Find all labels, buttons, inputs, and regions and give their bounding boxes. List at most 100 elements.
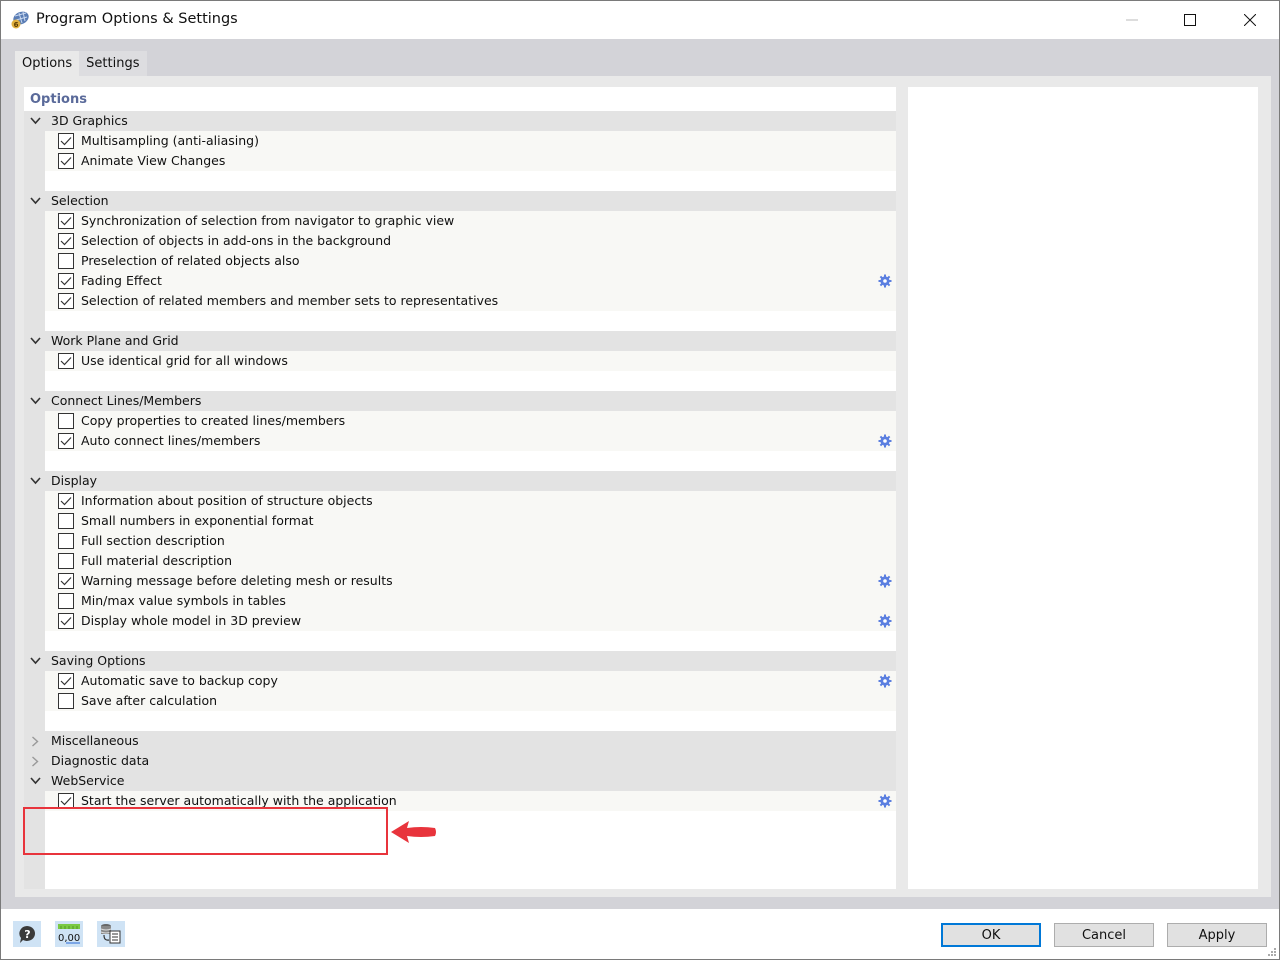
help-icon: ? <box>19 926 35 943</box>
chevron-down-icon[interactable] <box>28 654 42 668</box>
checkbox-unchecked[interactable] <box>58 413 74 429</box>
gear-icon[interactable] <box>878 274 892 288</box>
checkbox-unchecked[interactable] <box>58 253 74 269</box>
minimize-button[interactable] <box>1103 1 1161 39</box>
checkbox-checked[interactable] <box>58 673 74 689</box>
checkbox-unchecked[interactable] <box>58 513 74 529</box>
checkbox-unchecked[interactable] <box>58 593 74 609</box>
option-item: Small numbers in exponential format <box>45 511 896 531</box>
option-label[interactable]: Preselection of related objects also <box>81 253 300 268</box>
option-item: Selection of related members and member … <box>45 291 896 311</box>
group-webservice: WebService Start the server automatically… <box>24 771 896 811</box>
option-label[interactable]: Display whole model in 3D preview <box>81 613 301 628</box>
option-label[interactable]: Use identical grid for all windows <box>81 353 288 368</box>
dialog-footer: ? 0,00 OK Cancel Apply <box>1 909 1279 959</box>
chevron-down-icon[interactable] <box>28 334 42 348</box>
checkbox-checked[interactable] <box>58 153 74 169</box>
checkbox-unchecked[interactable] <box>58 553 74 569</box>
checkbox-checked[interactable] <box>58 273 74 289</box>
checkbox-checked[interactable] <box>58 613 74 629</box>
gear-icon[interactable] <box>878 614 892 628</box>
gear-icon[interactable] <box>878 434 892 448</box>
gear-icon[interactable] <box>878 794 892 808</box>
group-label: Work Plane and Grid <box>51 333 179 348</box>
svg-text:?: ? <box>24 928 30 941</box>
chevron-right-icon[interactable] <box>28 734 42 748</box>
option-label[interactable]: Start the server automatically with the … <box>81 793 397 808</box>
minimize-icon <box>1126 19 1138 21</box>
close-icon <box>1244 14 1256 26</box>
units-decimal-icon: 0,00 <box>58 924 80 944</box>
checkbox-unchecked[interactable] <box>58 693 74 709</box>
option-label[interactable]: Synchronization of selection from naviga… <box>81 213 454 228</box>
checkbox-checked[interactable] <box>58 353 74 369</box>
option-label[interactable]: Fading Effect <box>81 273 162 288</box>
group-body: Start the server automatically with the … <box>45 791 896 811</box>
option-label[interactable]: Copy properties to created lines/members <box>81 413 345 428</box>
tree-header: Options <box>24 87 896 111</box>
checkbox-checked[interactable] <box>58 133 74 149</box>
chevron-down-icon[interactable] <box>28 774 42 788</box>
checkbox-checked[interactable] <box>58 293 74 309</box>
option-label[interactable]: Selection of related members and member … <box>81 293 498 308</box>
group-header[interactable]: Work Plane and Grid <box>24 331 896 351</box>
group-header[interactable]: Diagnostic data <box>24 751 896 771</box>
maximize-button[interactable] <box>1161 1 1219 39</box>
option-label[interactable]: Selection of objects in add-ons in the b… <box>81 233 391 248</box>
option-item: Save after calculation <box>45 691 896 711</box>
checkbox-checked[interactable] <box>58 793 74 809</box>
group-header[interactable]: Connect Lines/Members <box>24 391 896 411</box>
title-bar: 6 Program Options & Settings <box>1 1 1279 39</box>
resize-grip-icon[interactable] <box>1267 947 1277 957</box>
group-header[interactable]: Miscellaneous <box>24 731 896 751</box>
checkbox-checked[interactable] <box>58 213 74 229</box>
option-item: Fading Effect <box>45 271 896 291</box>
option-item: Animate View Changes <box>45 151 896 171</box>
group-saving-options: Saving Options Automatic save to backup c… <box>24 651 896 731</box>
gear-icon[interactable] <box>878 574 892 588</box>
gear-icon[interactable] <box>878 674 892 688</box>
option-label[interactable]: Full section description <box>81 533 225 548</box>
tab-options[interactable]: Options <box>15 51 80 76</box>
option-label[interactable]: Small numbers in exponential format <box>81 513 314 528</box>
tab-settings[interactable]: Settings <box>79 51 147 76</box>
group-header[interactable]: Selection <box>24 191 896 211</box>
group-header[interactable]: Display <box>24 471 896 491</box>
option-item: Synchronization of selection from naviga… <box>45 211 896 231</box>
option-item: Min/max value symbols in tables <box>45 591 896 611</box>
group-header[interactable]: Saving Options <box>24 651 896 671</box>
close-button[interactable] <box>1221 1 1279 39</box>
chevron-right-icon[interactable] <box>28 754 42 768</box>
option-label[interactable]: Min/max value symbols in tables <box>81 593 286 608</box>
option-label[interactable]: Save after calculation <box>81 693 217 708</box>
option-label[interactable]: Auto connect lines/members <box>81 433 260 448</box>
cancel-button[interactable]: Cancel <box>1054 923 1154 947</box>
option-label[interactable]: Full material description <box>81 553 232 568</box>
chevron-down-icon[interactable] <box>28 194 42 208</box>
database-report-button[interactable] <box>97 921 125 947</box>
checkbox-unchecked[interactable] <box>58 533 74 549</box>
option-label[interactable]: Automatic save to backup copy <box>81 673 278 688</box>
units-decimals-button[interactable]: 0,00 <box>55 921 83 947</box>
group-header[interactable]: WebService <box>24 771 896 791</box>
group-body: Multisampling (anti-aliasing) Animate Vie… <box>45 131 896 171</box>
checkbox-checked[interactable] <box>58 433 74 449</box>
option-label[interactable]: Information about position of structure … <box>81 493 373 508</box>
help-button[interactable]: ? <box>13 921 41 947</box>
option-item: Multisampling (anti-aliasing) <box>45 131 896 151</box>
checkbox-checked[interactable] <box>58 573 74 589</box>
checkbox-checked[interactable] <box>58 233 74 249</box>
chevron-down-icon[interactable] <box>28 394 42 408</box>
option-label[interactable]: Warning message before deleting mesh or … <box>81 573 393 588</box>
group-label: Connect Lines/Members <box>51 393 202 408</box>
option-label[interactable]: Multisampling (anti-aliasing) <box>81 133 259 148</box>
ok-button[interactable]: OK <box>941 923 1041 947</box>
option-label[interactable]: Animate View Changes <box>81 153 225 168</box>
group-header[interactable]: 3D Graphics <box>24 111 896 131</box>
chevron-down-icon[interactable] <box>28 474 42 488</box>
group-body: Automatic save to backup copy Save after … <box>45 671 896 711</box>
apply-button[interactable]: Apply <box>1167 923 1267 947</box>
group-label: Selection <box>51 193 109 208</box>
chevron-down-icon[interactable] <box>28 114 42 128</box>
checkbox-checked[interactable] <box>58 493 74 509</box>
